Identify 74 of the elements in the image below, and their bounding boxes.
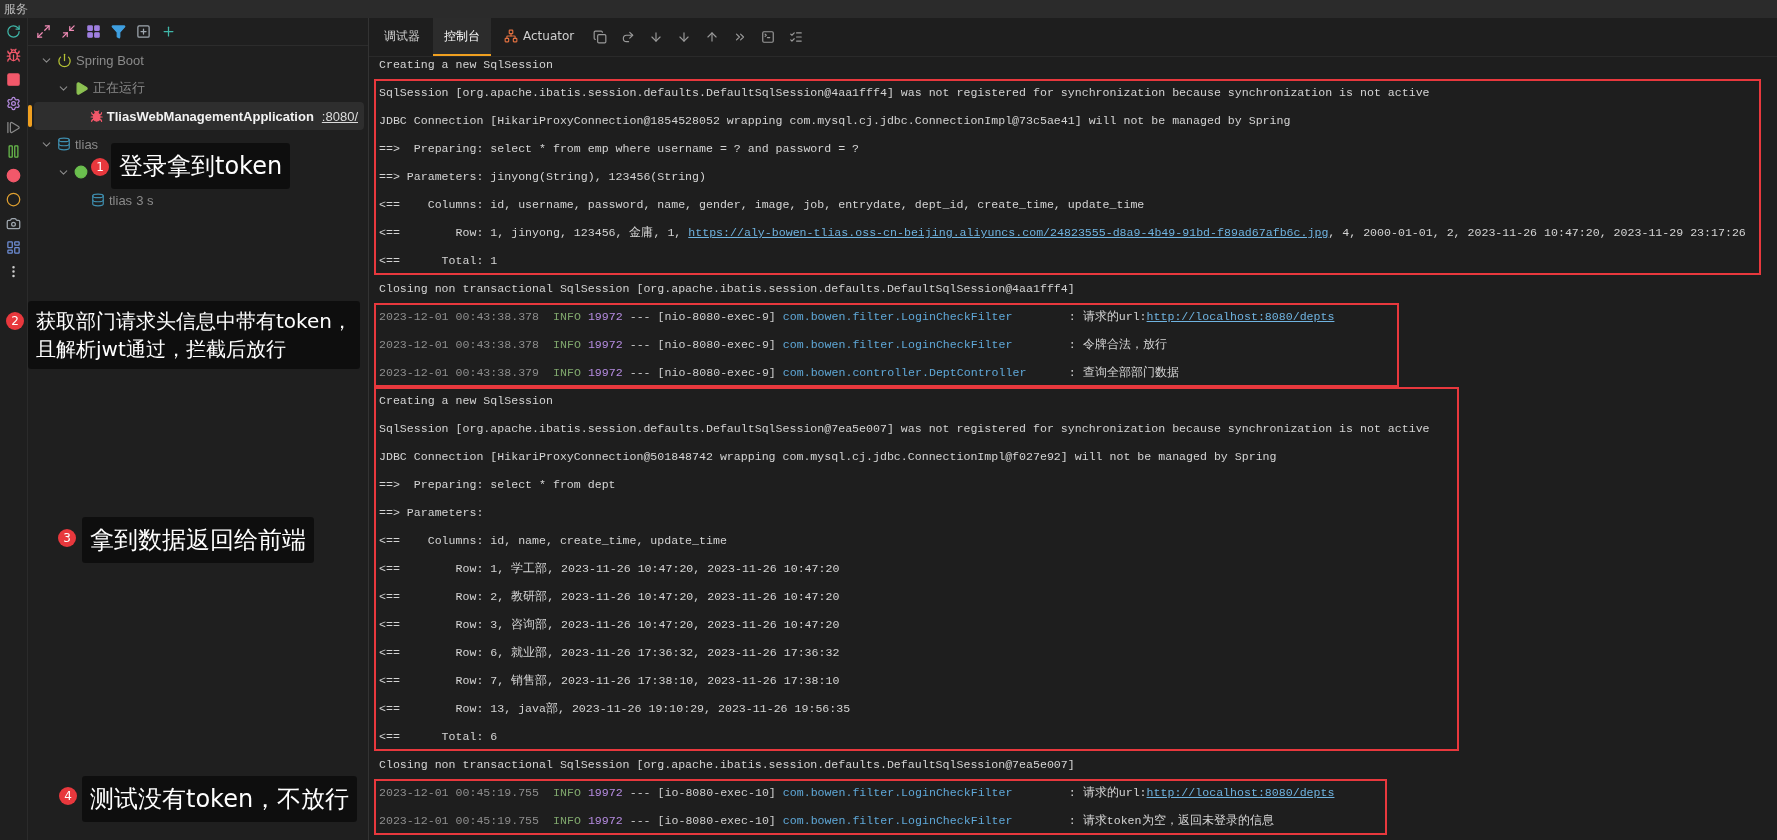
log-line: <== Columns: id, username, password, name, gender, image, job, entrydate, dept_id, create_time, update_time [379,197,1145,213]
log-line: ==> Preparing: select * from emp where username = ? and password = ? [379,141,860,157]
log-line: ==> Parameters: jinyong(String), 123456(String) [379,169,706,185]
annotation-text: 且解析jwt通过，拦截后放行 [36,336,287,363]
selection-marker [28,105,32,127]
settings-icon[interactable] [6,96,21,111]
log-line: SqlSession [org.apache.ibatis.session.defaults.DefaultSqlSession@7ea5e007] was not registered for synchronization because synchronization is not active [379,421,1430,437]
log-line: <== Row: 7, 销售部, 2023-11-26 17:38:10, 2023-11-26 17:38:10 [379,673,840,689]
log-line: ==> Parameters: [379,505,485,521]
grid-icon[interactable] [86,24,101,39]
log-line: 2023-12-01 00:45:19.755 INFO 19972 --- [io-8080-exec-10] com.bowen.filter.LoginCheckFilter : 请求token为空，返回未登录的信息 [379,813,1274,829]
log-line: <== Total: 1 [379,253,498,269]
log-line: 2023-12-01 00:43:38.378 INFO 19972 --- [nio-8080-exec-9] com.bowen.filter.LoginCheckFilter : 令牌合法，放行 [379,337,1167,353]
breakpoint-icon[interactable] [6,168,21,183]
step-out-icon[interactable] [705,30,720,44]
play-icon [74,80,89,96]
url-link[interactable]: https://aly-bowen-tlias.oss-cn-beijing.aliyuncs.com/24823555-d8a9-4b49-91bd-f89ad67afb6c.jpg [688,226,1329,239]
tree-item[interactable]: Spring Boot [34,46,144,74]
tab[interactable]: Actuator [493,18,586,56]
log-line: 2023-12-01 00:43:38.378 INFO 19972 --- [nio-8080-exec-9] com.bowen.filter.LoginCheckFilter : 请求的url:http://localhost:8080/depts [379,309,1335,325]
collapse-icon[interactable] [61,24,76,39]
log-line: JDBC Connection [HikariProxyConnection@1854528052 wrapping com.mysql.cj.jdbc.ConnectionImpl@73c5ae41] will not be managed by Spring [379,113,1291,129]
terminal-icon[interactable] [761,30,776,44]
log-line: <== Row: 2, 教研部, 2023-11-26 10:47:20, 2023-11-26 10:47:20 [379,589,840,605]
log-line: 2023-12-01 00:45:19.755 INFO 19972 --- [io-8080-exec-10] com.bowen.filter.LoginCheckFilter : 请求的url:http://localhost:8080/depts [379,785,1335,801]
log-line: Creating a new SqlSession [379,57,553,73]
tree-item[interactable]: tlias 3 s [34,186,154,214]
log-line: <== Row: 13, java部, 2023-11-26 19:10:29, 2023-11-26 19:56:35 [379,701,851,717]
power-icon [57,52,72,68]
mute-breakpoints-icon[interactable] [6,192,21,207]
url-link[interactable]: http://localhost:8080/depts [1146,310,1335,323]
panel-title: 服务 [0,0,1777,18]
port-link[interactable]: :8080/ [321,108,358,124]
log-line: <== Row: 3, 咨询部, 2023-11-26 10:47:20, 2023-11-26 10:47:20 [379,617,840,633]
url-link[interactable]: http://localhost:8080/depts [1146,786,1335,799]
list-icon[interactable] [789,30,804,44]
tab[interactable]: 调试器 [373,18,431,56]
status-icon [74,165,88,179]
new-tab-icon[interactable] [136,24,151,39]
database-icon [91,193,105,207]
debug-icon[interactable] [6,48,21,63]
bug-icon [89,108,103,124]
expand-icon[interactable] [36,24,51,39]
network-icon [504,29,518,43]
log-line: <== Row: 1, 学工部, 2023-11-26 10:47:20, 2023-11-26 10:47:20 [379,561,840,577]
resume-icon[interactable] [6,120,21,135]
annotation-text: 拿到数据返回给前端 [90,525,306,556]
annotation-text: 登录拿到token [119,151,283,182]
add-icon[interactable] [161,24,176,39]
log-line: Creating a new SqlSession [379,393,553,409]
log-line: <== Row: 1, jinyong, 123456, 金庸, 1, https://aly-bowen-tlias.oss-cn-beijing.aliyuncs.com/24823555-d8a9-4b49-91bd-f89ad67afb6c.jpg, 4, 2000-01-01, 2, 2023-11-26 10:47:20, 2023-11-29 23:17:26 [379,225,1746,241]
annotation-text: 获取部门请求头信息中带有token， [36,308,352,335]
tree-item[interactable]: tlias [34,130,99,158]
log-line: SqlSession [org.apache.ibatis.session.defaults.DefaultSqlSession@4aa1fff4] was not registered for synchronization because synchronization is not active [379,85,1430,101]
annotation-text: 测试没有token，不放行 [90,784,350,815]
log-line: JDBC Connection [HikariProxyConnection@501848742 wrapping com.mysql.cj.jdbc.ConnectionImpl@f027e92] will not be managed by Spring [379,449,1277,465]
pause-icon[interactable] [6,144,21,159]
tab[interactable]: 控制台 [433,18,491,56]
log-line: <== Columns: id, name, create_time, update_time [379,533,727,549]
filter-icon[interactable] [111,24,126,39]
tree-item[interactable]: 正在运行 [34,74,145,102]
refresh-icon[interactable] [6,24,21,39]
log-line: Closing non transactional SqlSession [org.apache.ibatis.session.defaults.DefaultSqlSession@4aa1fff4] [379,281,1075,297]
log-line: Closing non transactional SqlSession [org.apache.ibatis.session.defaults.DefaultSqlSession@7ea5e007] [379,757,1075,773]
layout-icon[interactable] [6,240,21,255]
log-line: 2023-12-01 00:43:38.379 INFO 19972 --- [nio-8080-exec-9] com.bowen.controller.DeptController : 查询全部部门数据 [379,365,1179,381]
copy-icon[interactable] [593,30,608,44]
log-line: <== Row: 6, 就业部, 2023-11-26 17:36:32, 2023-11-26 17:36:32 [379,645,840,661]
step-over-icon[interactable] [621,30,636,44]
log-line: <== Total: 6 [379,729,498,745]
log-line: ==> Preparing: select * from dept [379,477,616,493]
stop-icon[interactable] [6,72,21,87]
camera-icon[interactable] [6,216,21,231]
database-icon [57,137,71,151]
